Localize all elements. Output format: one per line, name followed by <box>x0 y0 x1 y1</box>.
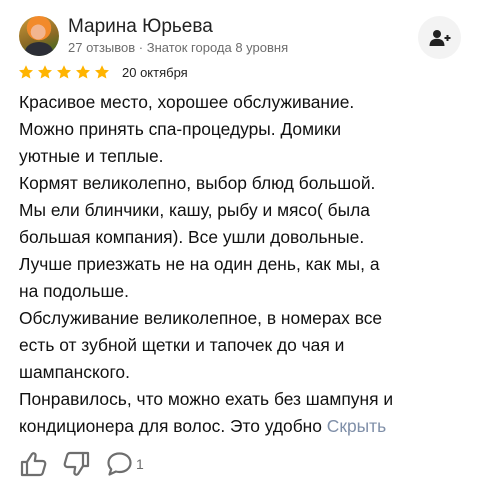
review-line-text: Обслуживание великолепное, в номерах все <box>19 308 383 328</box>
review-line: Кормят великолепно, выбор блюд большой. <box>19 170 467 197</box>
thumbs-down-icon <box>63 451 90 476</box>
review-line: уютные и теплые. <box>19 143 467 170</box>
review-line-text: есть от зубной щетки и тапочек до чая и <box>19 335 345 355</box>
review-line: Обслуживание великолепное, в номерах все <box>19 305 467 332</box>
avatar[interactable] <box>19 16 59 56</box>
star-icon <box>76 65 90 79</box>
review-line-text: шампанского. <box>19 362 130 382</box>
review-text: Красивое место, хорошее обслуживание. Мож… <box>19 89 467 440</box>
review-line: Понравилось, что можно ехать без шампуня… <box>19 386 467 413</box>
review-line: кондиционера для волос. Это удобно Скрыт… <box>19 413 467 440</box>
review-line: на подольше. <box>19 278 467 305</box>
review-line: шампанского. <box>19 359 467 386</box>
avatar-figure <box>25 42 53 56</box>
review-line-text: Красивое место, хорошее обслуживание. <box>19 92 355 112</box>
reviewer-meta: 27 отзывов · Знаток города 8 уровня <box>68 40 289 55</box>
review-line-text: Кормят великолепно, выбор блюд большой. <box>19 173 376 193</box>
reviewer-name[interactable]: Марина Юрьева <box>68 16 213 38</box>
review-line: большая компания). Все ушли довольные. <box>19 224 467 251</box>
review-line-text: на подольше. <box>19 281 129 301</box>
rating-stars <box>18 64 110 80</box>
comment-icon <box>107 452 132 476</box>
review-line-text: Лучше приезжать не на один день, как мы,… <box>19 254 380 274</box>
review-line: есть от зубной щетки и тапочек до чая и <box>19 332 467 359</box>
subscribe-button[interactable] <box>418 16 461 59</box>
review-line: Можно принять спа-процедуры. Домики <box>19 116 467 143</box>
hide-review-link[interactable]: Скрыть <box>327 416 386 436</box>
review-line: Мы ели блинчики, кашу, рыбу и мясо( была <box>19 197 467 224</box>
star-icon <box>95 65 109 79</box>
review-line-text: Мы ели блинчики, кашу, рыбу и мясо( была <box>19 200 370 220</box>
review-line-text: кондиционера для волос. Это удобно <box>19 416 322 436</box>
review-date: 20 октября <box>122 65 188 80</box>
star-icon <box>19 65 33 79</box>
review-line-text: уютные и теплые. <box>19 146 164 166</box>
review-line-text: большая компания). Все ушли довольные. <box>19 227 365 247</box>
thumbs-up-icon <box>20 452 47 477</box>
review-line-text: Можно принять спа-процедуры. Домики <box>19 119 342 139</box>
star-icon <box>38 65 52 79</box>
review-line: Лучше приезжать не на один день, как мы,… <box>19 251 467 278</box>
dislike-button[interactable] <box>62 451 90 477</box>
review-actions: 1 <box>20 451 144 477</box>
review-line: Красивое место, хорошее обслуживание. <box>19 89 467 116</box>
add-user-icon <box>429 29 450 46</box>
review-line-text: Понравилось, что можно ехать без шампуня… <box>19 389 394 409</box>
comments-button[interactable]: 1 <box>106 451 144 477</box>
comments-count: 1 <box>136 456 144 472</box>
star-icon <box>57 65 71 79</box>
like-button[interactable] <box>20 451 48 477</box>
